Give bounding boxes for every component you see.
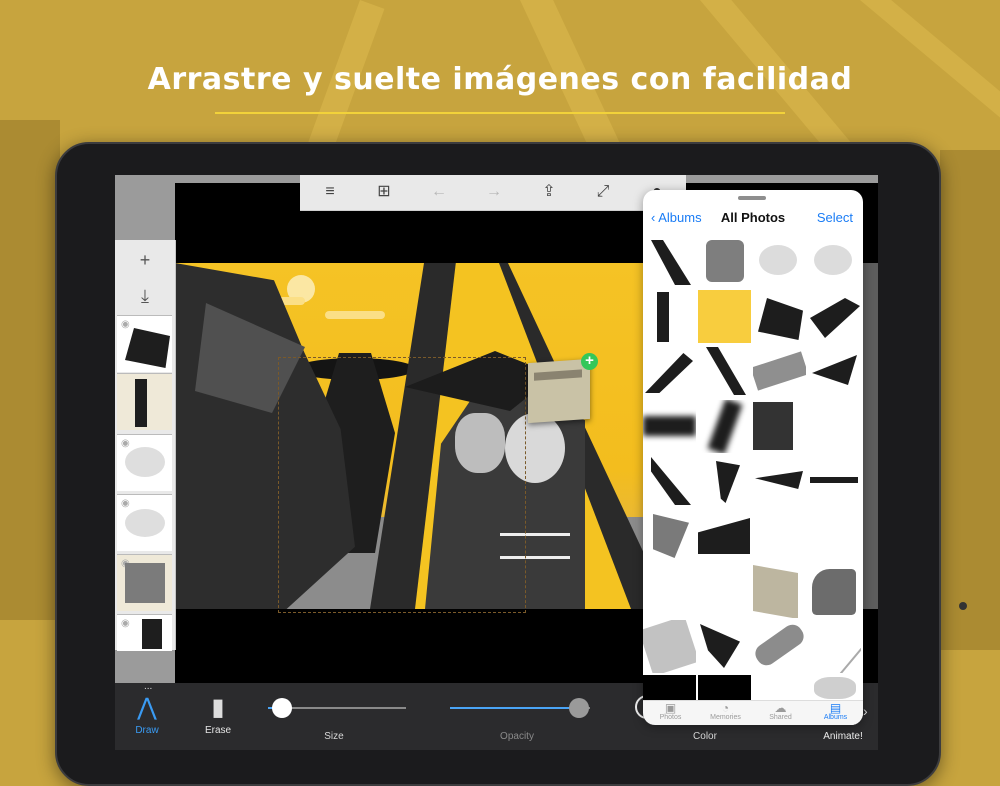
photos-tab-bar: ▣ Photos ◔ Memories ☁ Shared ▤ Albums — [643, 700, 863, 725]
photo-thumbnail[interactable] — [753, 290, 806, 343]
import-layer-icon[interactable]: ⤓ — [115, 278, 175, 314]
photo-thumbnail[interactable] — [643, 345, 696, 398]
photo-thumbnail[interactable] — [643, 565, 696, 618]
photo-thumbnail[interactable] — [808, 620, 861, 673]
tab-shared[interactable]: ☁ Shared — [753, 702, 808, 721]
photo-thumbnail[interactable] — [808, 510, 861, 563]
animate-label[interactable]: Animate! — [795, 731, 878, 742]
layers-panel: + ⤓ ◉ ◉ ◉ ◉ ◉ — [115, 240, 176, 651]
opacity-slider[interactable] — [450, 698, 590, 718]
photo-thumbnail[interactable] — [698, 510, 751, 563]
redo-icon[interactable]: → — [483, 181, 505, 203]
size-label: Size — [324, 731, 344, 742]
opacity-slider-knob[interactable] — [568, 698, 589, 718]
cloud-icon: ☁ — [774, 701, 787, 715]
tab-label: Shared — [769, 714, 792, 721]
photo-thumbnail[interactable] — [698, 400, 751, 453]
eraser-icon: ▮ — [211, 694, 225, 721]
photo-thumbnail[interactable] — [808, 290, 861, 343]
photo-thumbnail[interactable] — [753, 235, 806, 288]
headline: Arrastre y suelte imágenes con facilidad — [147, 62, 853, 97]
photo-thumbnail[interactable] — [698, 620, 751, 673]
add-layer-icon[interactable]: + — [115, 242, 175, 278]
photo-thumbnail[interactable] — [643, 290, 696, 343]
draw-label: Draw — [135, 725, 159, 736]
drop-plus-badge: + — [581, 353, 598, 370]
tab-label: Photos — [659, 714, 682, 721]
layer-thumbnail[interactable]: ◉ — [117, 315, 172, 372]
photos-popover: ‹ Albums All Photos Select ▣ Photos ◔ Me… — [643, 190, 863, 725]
popover-grabber[interactable] — [738, 196, 766, 200]
photo-thumbnail[interactable] — [753, 400, 806, 453]
photo-thumbnail[interactable] — [698, 455, 751, 508]
eye-icon[interactable]: ◉ — [121, 438, 130, 449]
eye-icon[interactable]: ◉ — [121, 319, 130, 330]
photo-thumbnail[interactable] — [753, 510, 806, 563]
erase-label: Erase — [204, 725, 232, 736]
layer-thumbnail[interactable]: ◉ — [117, 554, 172, 611]
photo-thumbnail[interactable] — [753, 620, 806, 673]
layer-thumbnail[interactable]: ◉ — [117, 494, 172, 551]
photo-thumbnail[interactable] — [753, 345, 806, 398]
tab-photos[interactable]: ▣ Photos — [643, 702, 698, 721]
photo-grid — [643, 235, 863, 725]
albums-icon: ▤ — [829, 701, 842, 715]
photos-nav-bar: ‹ Albums All Photos Select — [643, 204, 863, 234]
photo-thumbnail[interactable] — [643, 235, 696, 288]
layer-thumbnail[interactable]: ◉ — [117, 434, 172, 491]
photos-icon: ▣ — [664, 701, 677, 715]
photo-thumbnail[interactable] — [808, 400, 861, 453]
selection-box[interactable] — [278, 357, 526, 613]
photo-thumbnail[interactable] — [753, 565, 806, 618]
eye-icon[interactable]: ◉ — [121, 498, 130, 509]
color-label: Color — [693, 731, 717, 742]
camera — [959, 602, 967, 610]
photo-thumbnail[interactable] — [808, 455, 861, 508]
dragged-image[interactable] — [528, 358, 590, 424]
photo-thumbnail[interactable] — [643, 455, 696, 508]
tab-label: Albums — [823, 714, 848, 721]
photo-thumbnail[interactable] — [698, 345, 751, 398]
top-toolbar: ≡ ⊞ ← → ⇪ ⤢ ● — [300, 175, 686, 211]
chevron-right-icon[interactable]: › — [863, 703, 868, 719]
size-slider[interactable] — [268, 698, 406, 718]
opacity-slider-fill — [450, 707, 579, 709]
photo-thumbnail[interactable] — [698, 235, 751, 288]
photo-thumbnail[interactable] — [808, 235, 861, 288]
select-button[interactable]: Select — [817, 210, 853, 225]
tab-albums[interactable]: ▤ Albums — [808, 702, 863, 721]
headline-underline — [215, 112, 785, 114]
erase-tool-button[interactable]: ▮ Erase — [188, 691, 248, 736]
add-frame-icon[interactable]: ⊞ — [373, 181, 395, 203]
pen-icon: ⋀ — [137, 694, 157, 721]
opacity-label: Opacity — [500, 731, 534, 742]
share-icon[interactable]: ⇪ — [538, 181, 560, 203]
photo-thumbnail[interactable] — [698, 565, 751, 618]
size-slider-knob[interactable] — [271, 698, 292, 718]
fullscreen-icon[interactable]: ⤢ — [592, 181, 614, 203]
photo-thumbnail[interactable] — [808, 565, 861, 618]
layer-thumbnail[interactable] — [117, 373, 172, 430]
photo-thumbnail[interactable] — [643, 510, 696, 563]
menu-icon[interactable]: ≡ — [319, 181, 341, 203]
app-screen: + ≡ ⊞ ← → ⇪ ⤢ ● + ⤓ ◉ ◉ ◉ ◉ — [115, 175, 878, 750]
photo-thumbnail[interactable] — [808, 345, 861, 398]
photo-thumbnail[interactable] — [643, 620, 696, 673]
eye-icon[interactable]: ◉ — [121, 618, 130, 629]
cloud-shape — [325, 311, 385, 319]
undo-icon[interactable]: ← — [428, 181, 450, 203]
draw-tool-button[interactable]: ⋀ Draw — [117, 691, 177, 736]
photo-thumbnail[interactable] — [753, 455, 806, 508]
tab-memories[interactable]: ◔ Memories — [698, 702, 753, 721]
layer-thumbnail[interactable]: ◉ — [117, 614, 172, 651]
tab-label: Memories — [710, 714, 741, 721]
photo-thumbnail[interactable] — [698, 290, 751, 343]
photo-thumbnail[interactable] — [643, 400, 696, 453]
memories-icon: ◔ — [721, 701, 730, 715]
